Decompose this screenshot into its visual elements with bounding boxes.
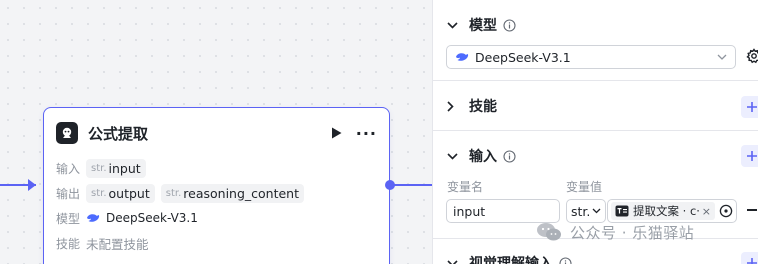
plus-icon: [747, 151, 757, 161]
model-section-title: 模型: [469, 18, 497, 34]
var-type-value: str.: [571, 203, 591, 219]
outgoing-edge: [392, 184, 432, 186]
text-node-icon: [615, 205, 629, 217]
output-var-chip: str. output: [86, 183, 155, 203]
var-name: input: [108, 160, 141, 176]
var-type: str.: [91, 162, 107, 174]
workflow-canvas[interactable]: 公式提取 ··· 输入 str. input 输出 str. output st…: [0, 0, 432, 264]
chevron-down-icon: [717, 54, 727, 60]
llm-node-card[interactable]: 公式提取 ··· 输入 str. input 输出 str. output st…: [43, 107, 390, 264]
input-label: 输入: [56, 161, 81, 176]
add-visual-input-button[interactable]: [741, 252, 758, 264]
watermark: 公众号 · 乐猫驿站: [536, 220, 694, 244]
skill-label: 技能: [56, 236, 81, 251]
info-icon[interactable]: [503, 149, 516, 163]
chevron-down-icon: [447, 21, 459, 29]
gear-icon[interactable]: [746, 48, 758, 68]
watermark-text: 公众号 · 乐猫驿站: [570, 223, 695, 242]
output-label: 输出: [56, 186, 81, 201]
model-select[interactable]: DeepSeek-V3.1: [446, 45, 736, 69]
more-options-icon[interactable]: ···: [356, 124, 377, 143]
plus-icon: [747, 258, 757, 264]
reference-tag[interactable]: 提取文案 · c·· ×: [611, 202, 715, 220]
var-name: output: [108, 185, 150, 201]
wechat-icon: [537, 223, 561, 241]
target-icon[interactable]: [719, 204, 733, 218]
skill-value: 未配置技能: [86, 236, 149, 252]
var-value-column-label: 变量值: [566, 180, 603, 194]
node-header: 公式提取 ···: [56, 121, 377, 145]
reference-text: 提取文案 · c··: [633, 204, 700, 218]
input-var-chip: str. input: [86, 158, 146, 178]
model-label: 模型: [56, 211, 81, 226]
chevron-down-icon: [447, 259, 459, 264]
llm-node-icon: [56, 122, 78, 144]
node-model-name: DeepSeek-V3.1: [106, 211, 198, 225]
selected-model: DeepSeek-V3.1: [475, 49, 571, 65]
divider: [433, 130, 758, 131]
skills-section-title: 技能: [469, 99, 497, 115]
visual-input-section-header[interactable]: 视觉理解输入: [447, 252, 572, 264]
chevron-down-icon: [592, 208, 601, 214]
add-input-button[interactable]: [741, 145, 758, 167]
var-name-column-label: 变量名: [447, 180, 484, 194]
info-icon[interactable]: [559, 256, 572, 264]
node-title: 公式提取: [88, 124, 149, 143]
skills-section-header[interactable]: 技能: [447, 95, 497, 117]
divider: [433, 80, 758, 81]
node-model-row: 模型 DeepSeek-V3.1: [56, 208, 198, 228]
add-skill-button[interactable]: [741, 96, 758, 118]
remove-reference-icon[interactable]: ×: [702, 205, 711, 218]
run-node-icon[interactable]: [331, 127, 342, 139]
node-input-row: 输入 str. input: [56, 158, 152, 178]
chevron-right-icon: [447, 100, 459, 112]
input-section-header[interactable]: 输入: [447, 145, 516, 167]
var-name: reasoning_content: [183, 185, 300, 201]
incoming-edge-arrow: [28, 179, 36, 191]
input-section-title: 输入: [469, 149, 497, 165]
var-type: str.: [91, 187, 107, 199]
output-port[interactable]: [385, 180, 395, 190]
remove-row-icon[interactable]: [747, 209, 757, 211]
node-output-row: 输出 str. output str. reasoning_content: [56, 183, 310, 203]
visual-input-section-title: 视觉理解输入: [469, 256, 553, 264]
model-section-header[interactable]: 模型: [447, 14, 516, 36]
deepseek-whale-icon: [456, 53, 469, 61]
plus-icon: [747, 102, 757, 112]
output-var-chip: str. reasoning_content: [160, 183, 305, 203]
node-model-value: DeepSeek-V3.1: [86, 211, 198, 225]
deepseek-whale-icon: [87, 214, 100, 222]
var-type: str.: [165, 187, 182, 199]
info-icon[interactable]: [503, 18, 516, 32]
chevron-down-icon: [447, 152, 459, 160]
node-skill-row: 技能 未配置技能: [56, 233, 149, 253]
